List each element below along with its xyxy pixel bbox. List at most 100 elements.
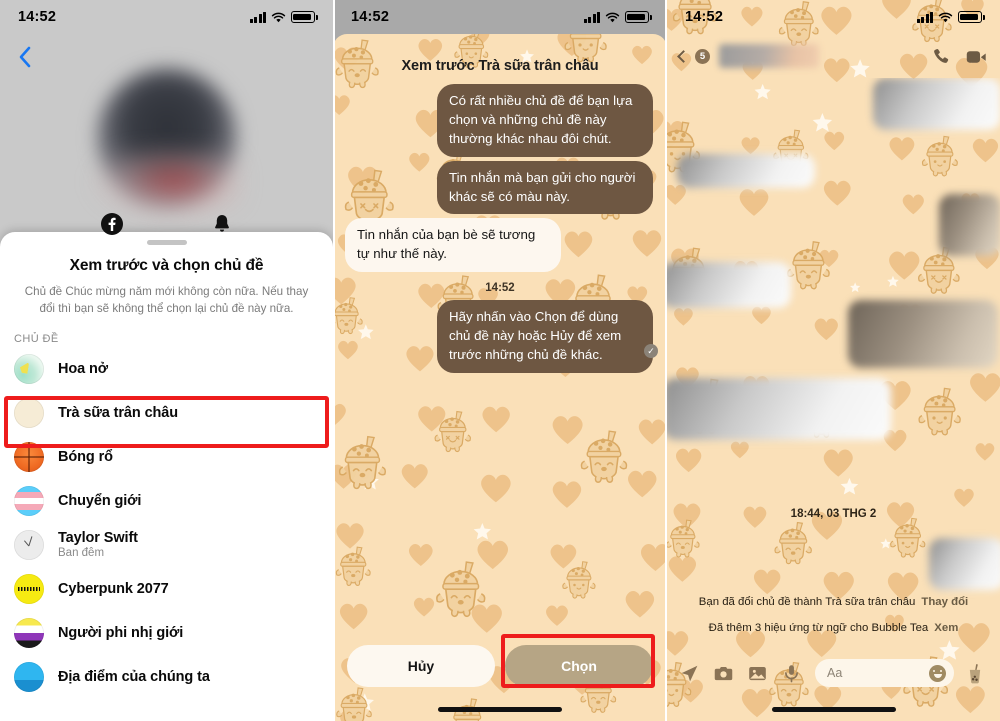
theme-swatch-icon bbox=[14, 573, 44, 604]
preview-timestamp: 14:52 bbox=[485, 282, 515, 295]
system-message-action[interactable]: Xem bbox=[934, 622, 958, 634]
battery-icon bbox=[625, 11, 652, 23]
header-actions bbox=[931, 46, 988, 67]
message-bubble-redacted bbox=[667, 262, 791, 308]
theme-row-5[interactable]: Cyberpunk 2077 bbox=[0, 567, 333, 611]
theme-bottom-sheet: Xem trước và chọn chủ đề Chủ đề Chúc mừn… bbox=[0, 232, 333, 721]
message-bubble-redacted bbox=[929, 538, 1000, 590]
theme-row-2[interactable]: Bóng rổ bbox=[0, 435, 333, 479]
system-message-text: Đã thêm 3 hiệu ứng từ ngữ cho Bubble Tea bbox=[708, 622, 929, 634]
sheet-subtitle: Chủ đề Chúc mừng năm mới không còn nữa. … bbox=[24, 285, 309, 315]
home-indicator bbox=[771, 707, 896, 712]
theme-name: Trà sữa trân châu bbox=[58, 404, 179, 421]
message-bubble-out: Có rất nhiều chủ đề để bạn lựa chọn và n… bbox=[437, 84, 653, 157]
status-time: 14:52 bbox=[18, 9, 57, 25]
home-indicator bbox=[438, 707, 562, 712]
theme-name: Người phi nhị giới bbox=[58, 624, 184, 641]
smiley-icon[interactable] bbox=[929, 664, 946, 682]
status-time: 14:52 bbox=[351, 9, 390, 25]
theme-sub: Ban đêm bbox=[58, 547, 105, 560]
message-bubble-redacted bbox=[848, 300, 998, 368]
theme-name: Địa điểm của chúng ta bbox=[58, 668, 210, 685]
system-message-action[interactable]: Thay đổi bbox=[921, 596, 968, 608]
send-icon[interactable] bbox=[679, 663, 700, 684]
cellular-signal-icon bbox=[583, 11, 600, 23]
theme-list: Hoa nở Trà sữa trân châu Bóng rổ Chuyển giớ… bbox=[0, 347, 333, 699]
panel-theme-preview: 14:52 Xem trước Trà sữa trân châu Có rất… bbox=[333, 0, 667, 721]
chevron-left-icon[interactable] bbox=[677, 49, 690, 63]
theme-row-7[interactable]: Địa điểm của chúng ta bbox=[0, 655, 333, 699]
theme-row-4[interactable]: Taylor Swift Ban đêm bbox=[0, 523, 333, 567]
status-indicators bbox=[249, 11, 318, 23]
battery-icon bbox=[958, 11, 985, 23]
message-row: Hãy nhấn vào Chọn để dùng chủ đề này hoặ… bbox=[333, 300, 667, 373]
message-bubble-out: Hãy nhấn vào Chọn để dùng chủ đề này hoặ… bbox=[437, 300, 653, 373]
theme-swatch-icon bbox=[14, 397, 44, 428]
camera-icon[interactable] bbox=[713, 663, 734, 684]
theme-name: Hoa nở bbox=[58, 360, 108, 377]
back-button[interactable] bbox=[14, 44, 36, 70]
system-message-text: Bạn đã đổi chủ đề thành Trà sữa trân châ… bbox=[698, 596, 916, 608]
video-camera-icon[interactable] bbox=[965, 46, 988, 67]
theme-name: Cyberpunk 2077 bbox=[58, 580, 169, 597]
theme-row-3[interactable]: Chuyển giới bbox=[0, 479, 333, 523]
panel-divider-2 bbox=[665, 0, 667, 721]
sheet-grabber[interactable] bbox=[146, 240, 187, 245]
section-label: CHỦ ĐỀ bbox=[14, 332, 59, 345]
message-area: 18:44, 03 THG 2 Bạn đã đổi chủ đề thành … bbox=[667, 78, 1000, 721]
status-indicators bbox=[916, 11, 985, 23]
preview-card: Xem trước Trà sữa trân châu Có rất nhiều… bbox=[333, 34, 667, 721]
status-bar-left: 14:52 bbox=[0, 0, 333, 34]
message-bubble-in: Tin nhắn của bạn bè sẽ tương tự như thế … bbox=[345, 218, 561, 273]
cellular-signal-icon bbox=[916, 11, 933, 23]
status-indicators bbox=[583, 11, 652, 23]
theme-swatch-icon bbox=[14, 661, 44, 692]
bell-icon[interactable] bbox=[210, 212, 234, 236]
sheet-title: Xem trước và chọn chủ đề bbox=[69, 257, 264, 274]
theme-name: Chuyển giới bbox=[58, 492, 142, 509]
status-time: 14:52 bbox=[685, 9, 724, 25]
theme-swatch-icon bbox=[14, 441, 44, 472]
message-input-field[interactable]: Aa bbox=[815, 659, 954, 687]
choose-button[interactable]: Chọn bbox=[505, 645, 653, 687]
contact-name-redacted bbox=[719, 44, 819, 68]
status-bar-right: 14:52 bbox=[667, 0, 1000, 34]
theme-swatch-icon bbox=[14, 485, 44, 516]
theme-name: Bóng rổ bbox=[58, 448, 113, 465]
message-row: Tin nhắn mà bạn gửi cho người khác sẽ có… bbox=[333, 160, 667, 215]
panel-divider-1 bbox=[333, 0, 335, 721]
theme-row-6[interactable]: Người phi nhị giới bbox=[0, 611, 333, 655]
conversation-header: 5 bbox=[667, 34, 1000, 78]
message-bubble-redacted bbox=[939, 194, 1000, 256]
preview-title: Xem trước Trà sữa trân châu bbox=[401, 58, 599, 74]
cellular-signal-icon bbox=[249, 11, 266, 23]
preview-message-list: Có rất nhiều chủ đề để bạn lựa chọn và n… bbox=[333, 84, 667, 377]
facebook-icon[interactable] bbox=[100, 212, 124, 236]
message-bubble-redacted bbox=[677, 154, 815, 188]
theme-swatch-icon bbox=[14, 353, 44, 384]
message-bubble-redacted bbox=[873, 78, 1000, 130]
image-icon[interactable] bbox=[747, 663, 768, 684]
boba-cup-icon[interactable] bbox=[967, 663, 988, 684]
message-row: Tin nhắn của bạn bè sẽ tương tự như thế … bbox=[333, 218, 667, 273]
theme-swatch-icon bbox=[14, 529, 44, 560]
unread-badge: 5 bbox=[695, 48, 710, 64]
theme-row-1[interactable]: Trà sữa trân châu bbox=[0, 391, 333, 435]
message-bubble-redacted bbox=[667, 378, 891, 440]
phone-icon[interactable] bbox=[931, 46, 952, 67]
preview-actions: Hủy Chọn bbox=[333, 645, 667, 687]
theme-swatch-icon bbox=[14, 617, 44, 648]
profile-action-icons bbox=[0, 212, 333, 236]
theme-row-0[interactable]: Hoa nở bbox=[0, 347, 333, 391]
system-message-theme-changed: Bạn đã đổi chủ đề thành Trà sữa trân châ… bbox=[667, 596, 1000, 608]
battery-icon bbox=[291, 11, 318, 23]
message-input-bar: Aa bbox=[667, 653, 1000, 693]
cancel-button[interactable]: Hủy bbox=[347, 645, 495, 687]
avatar-blur-overlay bbox=[91, 150, 242, 220]
system-message-word-effects: Đã thêm 3 hiệu ứng từ ngữ cho Bubble Tea… bbox=[667, 622, 1000, 634]
wifi-icon bbox=[605, 12, 620, 23]
microphone-icon[interactable] bbox=[781, 663, 802, 684]
wifi-icon bbox=[938, 12, 953, 23]
panel-conversation: 14:52 5 18:44, 03 THG 2 Bạn đã đổi chủ đ… bbox=[667, 0, 1000, 721]
message-bubble-out: Tin nhắn mà bạn gửi cho người khác sẽ có… bbox=[437, 160, 653, 215]
